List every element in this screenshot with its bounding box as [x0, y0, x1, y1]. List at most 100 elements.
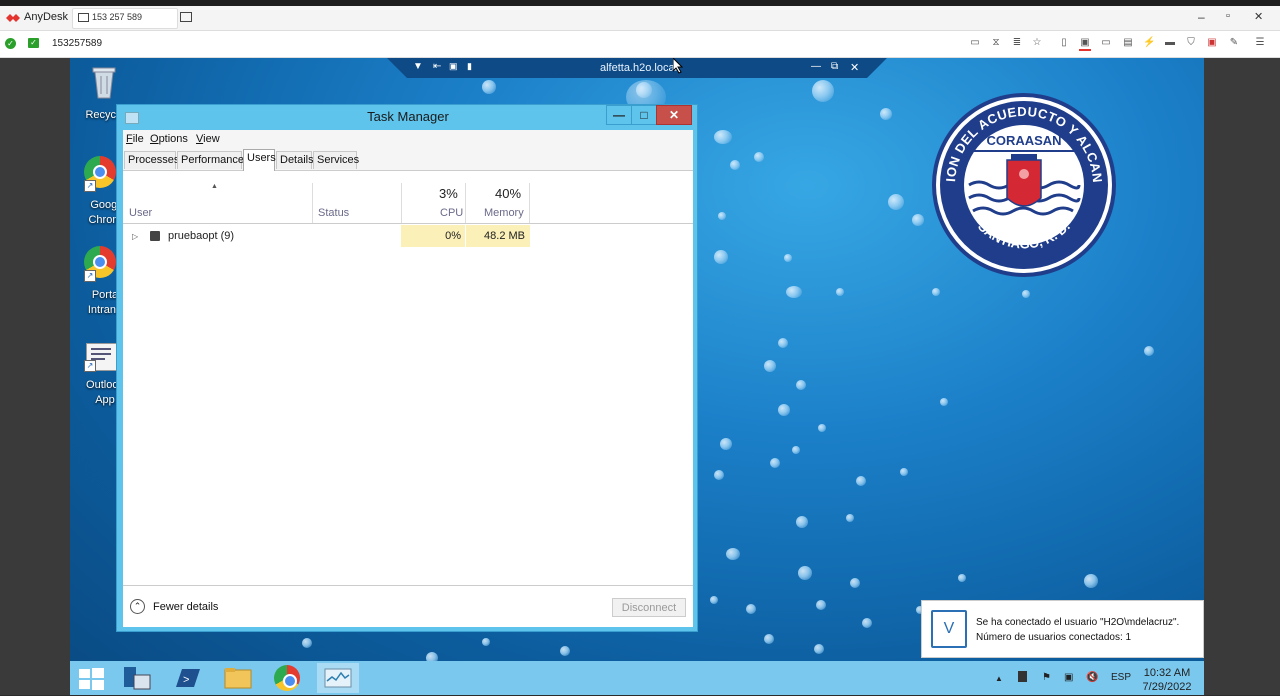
message-icon[interactable]: ▤	[1122, 37, 1134, 49]
tab-processes[interactable]: Processes	[124, 151, 179, 169]
taskbar-server-manager[interactable]	[116, 663, 158, 693]
monitor-toolbar-icon[interactable]: ▭	[1100, 37, 1112, 49]
chat-icon[interactable]: ▭	[969, 37, 981, 49]
network-icon[interactable]: ▣	[1064, 672, 1073, 683]
chevron-up-icon[interactable]: ⌃	[130, 599, 145, 614]
mouse-cursor-icon	[673, 58, 683, 74]
monitor-icon	[78, 13, 89, 22]
session-bar: ▼ ⇤ ▣ ▮ alfetta.h2o.local — ⧉ ✕	[387, 58, 887, 78]
powershell-icon: >	[176, 669, 200, 687]
clock-time: 10:32 AM	[1143, 667, 1191, 679]
language-indicator[interactable]: ESP	[1111, 672, 1131, 683]
chrome-taskbar-icon	[274, 665, 300, 691]
session-title: alfetta.h2o.local	[600, 62, 678, 74]
task-manager-taskbar-icon	[324, 668, 352, 688]
connection-ok-icon: ✓	[5, 38, 16, 49]
server-manager-icon	[124, 667, 151, 690]
clock[interactable]: 10:32 AM 7/29/2022	[1134, 666, 1200, 694]
recycle-bin-icon	[92, 67, 116, 99]
tab-services[interactable]: Services	[313, 151, 359, 169]
clock-date: 7/29/2022	[1142, 681, 1192, 693]
session-tab-label: 153 257 589	[92, 12, 143, 22]
session-minimize-icon[interactable]: —	[811, 61, 821, 72]
table-row[interactable]: ▷ pruebaopt (9) 0% 48.2 MB	[123, 225, 693, 247]
display-icon[interactable]: ▣	[1079, 37, 1091, 51]
col-user-header[interactable]: User	[129, 207, 152, 219]
cpu-total-percent: 3%	[439, 186, 458, 201]
windows-logo-icon	[79, 668, 104, 690]
record-icon[interactable]: ▣	[1206, 37, 1218, 49]
col-status-header[interactable]: Status	[318, 207, 349, 219]
window-close-button[interactable]: ✕	[1254, 10, 1263, 23]
database-icon[interactable]: ≣	[1011, 37, 1023, 49]
vnc-notification[interactable]: V Se ha conectado el usuario "H2O\mdelac…	[921, 600, 1204, 658]
row-cpu: 0%	[445, 230, 461, 242]
shortcut-arrow-icon: ↗	[84, 270, 96, 282]
keyboard-icon[interactable]: ▬	[1164, 37, 1176, 49]
tab-performance[interactable]: Performance	[177, 151, 244, 169]
lightning-icon[interactable]: ⚡	[1143, 37, 1155, 49]
menu-options[interactable]: Options	[150, 133, 188, 145]
expand-arrow-icon[interactable]: ▷	[132, 232, 138, 241]
notification-line1: Se ha conectado el usuario "H2O\mdelacru…	[976, 617, 1180, 628]
tray-device-icon[interactable]	[1018, 671, 1027, 682]
file-icon[interactable]: ▯	[1058, 37, 1070, 49]
session-close-icon[interactable]: ✕	[850, 61, 859, 74]
signal-icon: ▮	[467, 61, 472, 71]
tray-overflow-icon[interactable]: ▲	[995, 674, 1003, 683]
session-tab[interactable]: 153 257 589	[72, 8, 178, 29]
anydesk-address-bar: ✓ ✓ 153257589 ▭ ⧖ ≣ ☆ ▯ ▣ ▭ ▤ ⚡ ▬ ⛉ ▣ ✎ …	[0, 31, 1280, 58]
start-button[interactable]	[70, 663, 112, 693]
session-restore-icon[interactable]: ⧉	[831, 61, 838, 72]
window-minimize-button[interactable]: –	[1198, 10, 1205, 24]
taskbar-powershell[interactable]: >	[166, 663, 208, 693]
star-icon[interactable]: ☆	[1031, 37, 1043, 49]
hourglass-icon[interactable]: ⧖	[990, 37, 1002, 49]
tab-strip: Processes Performance Users Details Serv…	[123, 149, 693, 171]
volume-muted-icon[interactable]: 🔇	[1086, 672, 1098, 683]
coraasan-logo: CORPORACION DEL ACUEDUCTO Y ALCANTARILLA…	[929, 90, 1116, 277]
lock-icon[interactable]: ▣	[449, 61, 458, 72]
taskbar-file-explorer[interactable]	[217, 663, 259, 693]
menu-view[interactable]: View	[196, 133, 220, 145]
user-icon	[150, 231, 160, 241]
menu-file[interactable]: File	[126, 133, 144, 145]
remote-id: 153257589	[52, 38, 103, 49]
vnc-logo-icon: V	[931, 610, 967, 648]
anydesk-tab-bar: AnyDesk 153 257 589 – ▫ ✕	[0, 6, 1280, 31]
tm-maximize-button[interactable]: □	[631, 105, 657, 125]
menu-bar: File Options View	[123, 130, 693, 149]
col-cpu-header[interactable]: CPU	[440, 207, 463, 219]
secure-connection-icon: ✓	[28, 38, 39, 48]
pen-icon[interactable]: ✎	[1228, 37, 1240, 49]
tm-close-button[interactable]: ✕	[656, 105, 692, 125]
taskbar-task-manager[interactable]	[317, 663, 359, 693]
anydesk-logo-icon	[6, 14, 20, 22]
session-collapse-icon[interactable]: ▼	[413, 61, 423, 72]
logo-center-text: CORAASAN	[986, 133, 1061, 148]
fewer-details-link[interactable]: Fewer details	[153, 601, 218, 613]
tab-users[interactable]: Users	[243, 149, 276, 171]
pin-icon[interactable]: ⇤	[433, 61, 441, 72]
viewer-right-margin	[1204, 58, 1280, 695]
menu-icon[interactable]: ☰	[1254, 37, 1266, 49]
tm-minimize-button[interactable]: —	[606, 105, 632, 125]
disconnect-button[interactable]: Disconnect	[612, 598, 686, 617]
memory-total-percent: 40%	[495, 186, 522, 201]
svg-text:>: >	[183, 674, 189, 686]
sort-up-icon: ▲	[211, 183, 218, 190]
taskbar-chrome[interactable]	[267, 663, 309, 693]
shield-icon[interactable]: ⛉	[1185, 37, 1197, 49]
window-maximize-button[interactable]: ▫	[1226, 10, 1230, 22]
folder-icon	[224, 668, 252, 689]
row-user-name: pruebaopt (9)	[168, 230, 235, 242]
task-manager-footer: ⌃ Fewer details Disconnect	[123, 585, 693, 628]
shortcut-arrow-icon: ↗	[84, 180, 96, 192]
new-tab-icon[interactable]	[180, 12, 192, 22]
anydesk-brand: AnyDesk	[24, 11, 69, 23]
flag-icon[interactable]: ⚑	[1042, 672, 1051, 683]
col-memory-header[interactable]: Memory	[484, 207, 524, 219]
taskbar: > ▲ ⚑ ▣ 🔇 ESP 10:32 AM 7/29/2022	[70, 661, 1204, 695]
tab-details[interactable]: Details	[276, 151, 314, 169]
column-header: ▲ User Status 3% CPU 40% Memory	[123, 171, 693, 224]
